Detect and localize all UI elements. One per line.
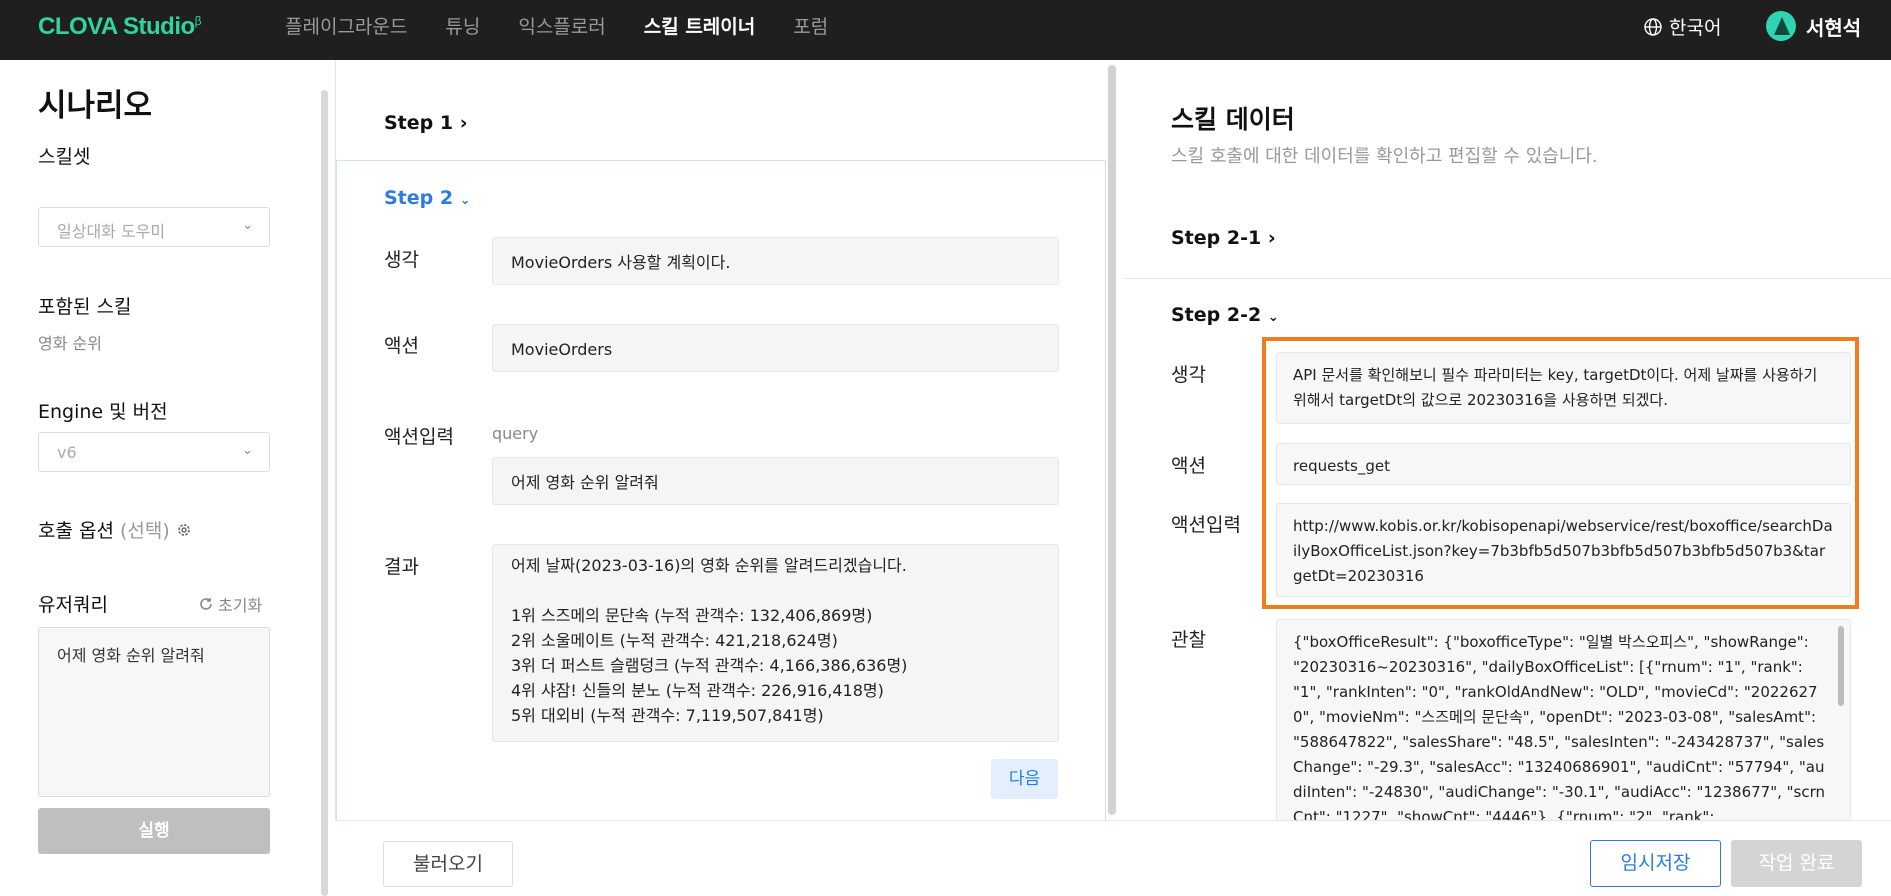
skillset-select[interactable]: 일상대화 도우미 ⌄ bbox=[38, 207, 270, 247]
result-label: 결과 bbox=[384, 556, 419, 578]
skill-data-title: 스킬 데이터 bbox=[1171, 105, 1295, 134]
nav-skill-trainer[interactable]: 스킬 트레이너 bbox=[644, 12, 756, 39]
reset-button[interactable]: 초기화 bbox=[198, 592, 262, 616]
skillset-label: 스킬셋 bbox=[38, 146, 91, 168]
gear-icon[interactable] bbox=[176, 522, 192, 538]
skill-data-panel: 스킬 데이터 스킬 호출에 대한 데이터를 확인하고 편집할 수 있습니다. S… bbox=[1123, 60, 1891, 820]
action-label: 액션 bbox=[1171, 455, 1206, 477]
chevron-down-icon: ⌄ bbox=[242, 218, 253, 233]
temp-save-button[interactable]: 임시저장 bbox=[1590, 840, 1721, 887]
thought-label: 생각 bbox=[384, 249, 419, 271]
refresh-icon bbox=[200, 598, 212, 610]
engine-select[interactable]: v6 ⌄ bbox=[38, 432, 270, 472]
next-button[interactable]: 다음 bbox=[991, 759, 1058, 799]
thought-field[interactable]: MovieOrders 사용할 계획이다. bbox=[492, 237, 1059, 285]
included-skills-label: 포함된 스킬 bbox=[38, 296, 132, 318]
skillset-value: 일상대화 도우미 bbox=[57, 222, 166, 241]
chevron-down-icon: ⌄ bbox=[242, 443, 253, 458]
observation-label: 관찰 bbox=[1171, 629, 1206, 651]
top-navigation-bar: CLOVA Studioβ 플레이그라운드 튜닝 익스플로러 스킬 트레이너 포… bbox=[0, 0, 1891, 60]
observation-scrollbar[interactable] bbox=[1838, 626, 1844, 706]
thought-label: 생각 bbox=[1171, 364, 1206, 386]
observation-field[interactable]: {"boxOfficeResult": {"boxofficeType": "일… bbox=[1276, 619, 1851, 820]
complete-button[interactable]: 작업 완료 bbox=[1731, 840, 1862, 887]
chevron-down-icon: ⌄ bbox=[459, 193, 471, 208]
language-selector[interactable]: 한국어 bbox=[1643, 13, 1721, 40]
divider bbox=[1123, 278, 1891, 279]
result-line: 5위 대외비 (누적 관객수: 7,119,507,841명) bbox=[511, 706, 824, 725]
reset-label: 초기화 bbox=[218, 596, 263, 615]
user-name: 서현석 bbox=[1806, 15, 1862, 40]
step-2-header[interactable]: Step 2 ⌄ bbox=[384, 187, 471, 209]
action-label: 액션 bbox=[384, 335, 419, 357]
result-field[interactable]: 어제 날짜(2023-03-16)의 영화 순위를 알려드리겠습니다. 1위 스… bbox=[492, 544, 1059, 742]
result-line bbox=[511, 578, 1040, 603]
call-options-label: 호출 옵션 bbox=[38, 520, 114, 542]
highlight-box bbox=[1262, 337, 1859, 609]
step-2-1-header[interactable]: Step 2-1 › bbox=[1171, 227, 1276, 249]
scenario-sidebar: 시나리오 스킬셋 일상대화 도우미 ⌄ 포함된 스킬 영화 순위 Engine … bbox=[0, 60, 335, 896]
bottom-action-bar: 불러오기 임시저장 작업 완료 bbox=[335, 820, 1891, 896]
nav-explorer[interactable]: 익스플로러 bbox=[518, 12, 605, 39]
load-button[interactable]: 불러오기 bbox=[383, 841, 513, 887]
globe-icon bbox=[1644, 17, 1662, 36]
main-nav: 플레이그라운드 튜닝 익스플로러 스킬 트레이너 포럼 bbox=[285, 12, 866, 39]
included-skills-value: 영화 순위 bbox=[38, 334, 102, 353]
sidebar-title: 시나리오 bbox=[38, 88, 153, 124]
call-options-note: (선택) bbox=[119, 520, 170, 542]
steps-panel: Step 1 › Step 2 ⌄ 생각 MovieOrders 사용할 계획이… bbox=[335, 60, 1106, 820]
chevron-right-icon: › bbox=[459, 112, 468, 134]
skill-data-subtitle: 스킬 호출에 대한 데이터를 확인하고 편집할 수 있습니다. bbox=[1171, 146, 1598, 167]
observation-text: {"boxOfficeResult": {"boxofficeType": "일… bbox=[1293, 633, 1826, 820]
user-menu[interactable]: 서현석 bbox=[1766, 11, 1861, 41]
steps-scrollbar[interactable] bbox=[1108, 65, 1116, 815]
result-line: 3위 더 퍼스트 슬램덩크 (누적 관객수: 4,166,386,636명) bbox=[511, 656, 908, 675]
action-field[interactable]: MovieOrders bbox=[492, 324, 1059, 372]
user-query-input[interactable]: 어제 영화 순위 알려줘 bbox=[38, 627, 270, 797]
nav-tuning[interactable]: 튜닝 bbox=[445, 12, 480, 39]
engine-label: Engine 및 버전 bbox=[38, 401, 168, 423]
action-input-label: 액션입력 bbox=[1171, 514, 1241, 536]
chevron-right-icon: › bbox=[1267, 227, 1276, 249]
nav-playground[interactable]: 플레이그라운드 bbox=[285, 12, 407, 39]
run-button[interactable]: 실행 bbox=[38, 808, 270, 854]
step-2-panel: Step 2 ⌄ 생각 MovieOrders 사용할 계획이다. 액션 Mov… bbox=[336, 160, 1106, 820]
sidebar-scrollbar[interactable] bbox=[321, 90, 328, 896]
avatar bbox=[1766, 11, 1796, 41]
nav-forum[interactable]: 포럼 bbox=[793, 12, 828, 39]
engine-value: v6 bbox=[57, 443, 77, 462]
chevron-down-icon: ⌄ bbox=[1267, 310, 1279, 325]
step-2-2-header[interactable]: Step 2-2 ⌄ bbox=[1171, 304, 1279, 326]
result-line: 4위 샤잠! 신들의 분노 (누적 관객수: 226,916,418명) bbox=[511, 681, 884, 700]
call-options[interactable]: 호출 옵션 (선택) bbox=[38, 516, 192, 543]
user-query-label: 유저쿼리 bbox=[38, 594, 108, 616]
result-line: 2위 소울메이트 (누적 관객수: 421,218,624명) bbox=[511, 631, 838, 650]
language-label: 한국어 bbox=[1669, 17, 1722, 39]
action-input-field[interactable]: 어제 영화 순위 알려줘 bbox=[492, 457, 1059, 505]
clova-studio-logo[interactable]: CLOVA Studioβ bbox=[38, 13, 202, 41]
step-1-header[interactable]: Step 1 › bbox=[384, 112, 468, 134]
action-input-label: 액션입력 bbox=[384, 426, 454, 448]
result-line: 1위 스즈메의 문단속 (누적 관객수: 132,406,869명) bbox=[511, 606, 873, 625]
result-line: 어제 날짜(2023-03-16)의 영화 순위를 알려드리겠습니다. bbox=[511, 556, 907, 575]
action-input-hint: query bbox=[492, 424, 539, 443]
